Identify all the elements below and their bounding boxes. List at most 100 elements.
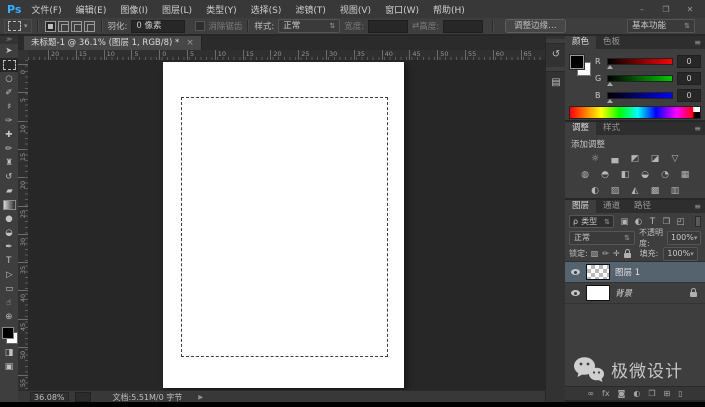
gradient-tool[interactable] [0, 198, 18, 212]
channel-value-field[interactable]: 0 [677, 55, 701, 68]
add-layer-mask-icon[interactable]: ◙ [618, 387, 626, 400]
refine-edge-button[interactable]: 调整边缘… [505, 19, 566, 33]
type-tool[interactable]: T [0, 254, 18, 268]
restore-button[interactable]: ❒ [659, 5, 673, 14]
layer-visibility-toggle[interactable] [569, 269, 581, 275]
black-white-icon[interactable]: ◧ [618, 170, 633, 180]
lasso-tool[interactable]: ○ [0, 72, 18, 86]
menu-item-edit[interactable]: 编辑(E) [76, 3, 107, 16]
zoom-level-field[interactable]: 36.08% [30, 391, 69, 403]
selective-color-icon[interactable]: ▥ [668, 186, 683, 196]
link-layers-icon[interactable]: ∞ [587, 387, 594, 400]
color-lookup-icon[interactable]: ▦ [678, 170, 693, 180]
channel-value-field[interactable]: 0 [677, 89, 701, 102]
tab-layers[interactable]: 图层 [565, 200, 597, 213]
filter-adjustment-layers-icon[interactable]: ◐ [633, 217, 644, 227]
screen-mode-button[interactable]: ▣ [0, 360, 18, 374]
channel-slider[interactable] [607, 92, 673, 103]
menu-item-type[interactable]: 类型(Y) [206, 3, 237, 16]
color-swatches[interactable] [0, 326, 18, 346]
layer-row[interactable]: 背景 [565, 283, 705, 304]
add-to-selection-button[interactable] [57, 20, 69, 32]
new-adjustment-layer-icon[interactable]: ◐ [633, 387, 640, 400]
exposure-icon[interactable]: ◪ [648, 154, 663, 164]
menu-item-select[interactable]: 选择(S) [251, 3, 282, 16]
color-balance-icon[interactable]: ◓ [598, 170, 613, 180]
black-picker-swatch[interactable] [693, 112, 700, 118]
invert-icon[interactable]: ◐ [588, 186, 603, 196]
foreground-color-swatch[interactable] [2, 327, 14, 339]
clone-stamp-tool[interactable]: ♜ [0, 156, 18, 170]
tab-styles[interactable]: 样式 [596, 122, 627, 135]
brightness-contrast-icon[interactable]: ☼ [588, 154, 603, 164]
photo-filter-icon[interactable]: ◒ [638, 170, 653, 180]
fill-select[interactable]: 100% ▾ [663, 246, 698, 261]
quick-mask-button[interactable]: ◨ [0, 346, 18, 360]
properties-panel-button[interactable]: ▤ [546, 72, 566, 92]
dodge-tool[interactable]: ◒ [0, 226, 18, 240]
tab-close-icon[interactable]: × [186, 36, 194, 50]
filter-shape-layers-icon[interactable]: ❒ [661, 217, 672, 227]
menu-item-help[interactable]: 帮助(H) [433, 3, 465, 16]
gradient-map-icon[interactable]: ▩ [648, 186, 663, 196]
brush-tool[interactable]: ✏ [0, 142, 18, 156]
close-button[interactable]: ✕ [683, 5, 697, 14]
height-input[interactable] [443, 19, 484, 33]
status-option-box[interactable] [74, 392, 91, 402]
document-canvas[interactable] [163, 62, 404, 388]
menu-item-filter[interactable]: 滤镜(T) [295, 3, 326, 16]
opacity-select[interactable]: 100% ▾ [667, 230, 701, 245]
delete-layer-icon[interactable]: ▯ [678, 387, 682, 400]
workspace-select[interactable]: 基本功能 ⇅ [627, 19, 695, 33]
rectangular-marquee-tool[interactable] [0, 58, 18, 72]
layer-visibility-toggle[interactable] [569, 290, 581, 296]
shape-tool[interactable]: ▭ [0, 282, 18, 296]
history-panel-button[interactable]: ↺ [546, 44, 566, 64]
color-spectrum-ramp[interactable] [569, 106, 701, 119]
tab-swatches[interactable]: 色板 [596, 36, 627, 49]
filter-smart-objects-icon[interactable]: ◰ [675, 217, 686, 227]
new-selection-button[interactable] [44, 20, 56, 32]
menu-item-layer[interactable]: 图层(L) [162, 3, 192, 16]
tab-paths[interactable]: 路径 [627, 200, 658, 213]
toolbar-collapse-icon[interactable]: ≫ [0, 36, 18, 44]
levels-icon[interactable]: ▄ [608, 154, 623, 164]
layer-style-icon[interactable]: fx [602, 387, 610, 400]
new-group-icon[interactable]: ❒ [648, 387, 655, 400]
vibrance-icon[interactable]: ▽ [668, 154, 683, 164]
hue-saturation-icon[interactable]: ◍ [578, 170, 593, 180]
lock-image-pixels-icon[interactable]: ✏ [602, 249, 609, 258]
minimize-button[interactable]: – [635, 5, 649, 14]
blend-mode-select[interactable]: 正常 ⇅ [569, 230, 635, 245]
tab-adjustments[interactable]: 调整 [565, 122, 597, 135]
color-panel-menu-icon[interactable]: ≡ [694, 36, 705, 49]
subtract-from-selection-button[interactable] [70, 20, 82, 32]
eraser-tool[interactable]: ▰ [0, 184, 18, 198]
layer-row[interactable]: 图层 1 [565, 262, 705, 283]
feather-input[interactable]: 0 像素 [131, 19, 186, 33]
threshold-icon[interactable]: ◭ [628, 186, 643, 196]
width-input[interactable] [368, 19, 409, 33]
posterize-icon[interactable]: ▨ [608, 186, 623, 196]
pen-tool[interactable]: ✒ [0, 240, 18, 254]
layer-filter-toggle[interactable] [695, 216, 701, 227]
crop-tool[interactable]: ♯ [0, 100, 18, 114]
layer-thumbnail[interactable] [586, 285, 610, 301]
menu-item-image[interactable]: 图像(I) [120, 3, 148, 16]
path-selection-tool[interactable]: ▷ [0, 268, 18, 282]
quick-selection-tool[interactable]: ✐ [0, 86, 18, 100]
tab-channels[interactable]: 通道 [596, 200, 627, 213]
intersect-selection-button[interactable] [83, 20, 95, 32]
channel-slider[interactable] [607, 58, 673, 69]
curves-icon[interactable]: ◩ [628, 154, 643, 164]
foreground-color-swatch[interactable] [570, 55, 584, 69]
menu-item-file[interactable]: 文件(F) [31, 3, 61, 16]
layers-panel-menu-icon[interactable]: ≡ [694, 200, 705, 213]
spot-healing-brush-tool[interactable]: ✚ [0, 128, 18, 142]
lock-position-icon[interactable]: ✛ [613, 249, 620, 258]
channel-value-field[interactable]: 0 [677, 72, 701, 85]
filter-pixel-layers-icon[interactable]: ▣ [619, 217, 630, 227]
tab-color[interactable]: 颜色 [565, 36, 597, 49]
zoom-tool[interactable]: ⊕ [0, 310, 18, 324]
layer-filter-type-select[interactable]: ρ 类型 ⇅ [569, 215, 614, 228]
